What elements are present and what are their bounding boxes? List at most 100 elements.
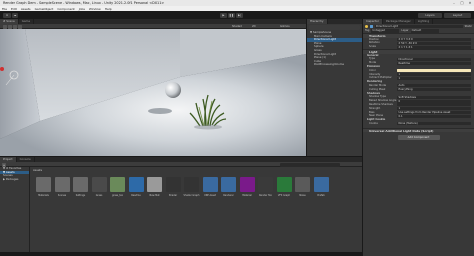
asset-label: Grass <box>95 193 103 197</box>
asset-label: Readme <box>131 193 141 197</box>
tab-hierarchy[interactable]: Hierarchy <box>307 19 328 24</box>
rotate-tool-icon[interactable] <box>13 24 17 29</box>
asset-item[interactable]: Materials <box>35 177 52 197</box>
transform-scale-row: Scale X 1 Y 1 Z 1 <box>363 45 474 49</box>
light-bias-field[interactable]: Use settings from Render Pipeline Asset <box>397 110 471 114</box>
light-shadow-type-field[interactable]: Soft Shadows <box>397 95 471 99</box>
active-checkbox[interactable] <box>370 25 373 28</box>
status-bar <box>0 252 362 256</box>
menu-window[interactable]: Window <box>89 7 101 11</box>
asset-thumbnail-icon <box>184 177 199 192</box>
asset-item[interactable]: VFX Graph <box>276 177 293 197</box>
scene-viewport[interactable] <box>0 29 306 156</box>
light-realtime-shadows-field[interactable] <box>397 103 471 107</box>
light-intensity-field[interactable]: 1 <box>397 72 471 76</box>
asset-thumbnail-icon <box>221 177 236 192</box>
asset-thumbnail-icon <box>91 177 107 192</box>
asset-thumbnail-icon <box>276 177 292 192</box>
asset-label: Scenes <box>57 193 67 197</box>
pause-button[interactable]: ❚❚ <box>228 12 235 18</box>
asset-item[interactable]: Settings <box>72 177 89 197</box>
play-button[interactable]: ▶ <box>220 12 227 18</box>
scene-panel: # Scene Game Shaded 2D Gizmos <box>0 19 306 156</box>
menu-gameobject[interactable]: GameObject <box>35 7 54 11</box>
asset-thumbnail-icon <box>147 177 162 192</box>
asset-item[interactable]: URP Asset <box>202 177 219 197</box>
asset-label: VFX Graph <box>277 193 291 197</box>
tab-lighting[interactable]: Lighting <box>414 19 434 24</box>
transform-rotation-field[interactable]: X 50 Y -30 Z 0 <box>397 41 471 45</box>
tag-label: Tag <box>365 29 370 32</box>
asset-item[interactable]: Readme <box>128 177 145 197</box>
light-culling-mask-field[interactable]: Everything <box>397 88 471 92</box>
menu-edit[interactable]: Edit <box>11 7 17 11</box>
light-mode-field[interactable]: Realtime <box>397 61 471 65</box>
main-toolbar: ⊙ ☁ ▶ ❚❚ ▶| Layers Layout <box>0 11 474 19</box>
asset-item[interactable]: Prefab <box>313 177 330 197</box>
asset-item[interactable]: Render Tex <box>257 177 274 197</box>
asset-item[interactable]: Shader Graph <box>183 177 200 197</box>
asset-thumbnail-icon <box>128 177 144 192</box>
layer-label: Layer <box>401 29 409 32</box>
light-color-field[interactable] <box>397 69 471 73</box>
light-type-field[interactable]: Directional <box>397 57 471 61</box>
additional-light-data-header[interactable]: Universal Additional Light Data (Script) <box>363 127 474 133</box>
asset-label: New Mat <box>149 193 160 197</box>
light-near-plane-field[interactable]: 0.1 <box>397 114 471 118</box>
account-button[interactable]: ⊙ <box>3 12 11 18</box>
layer-dropdown[interactable]: Default <box>410 29 439 33</box>
asset-item[interactable]: Noise <box>294 177 311 197</box>
layers-dropdown[interactable]: Layers <box>418 12 442 18</box>
step-button[interactable]: ▶| <box>236 12 243 18</box>
tree-packages[interactable]: ▶ Packages <box>0 177 29 182</box>
menu-component[interactable]: Component <box>57 7 74 11</box>
asset-label: Shader Graph <box>183 193 200 197</box>
asset-item[interactable]: grass_tex <box>109 177 126 197</box>
add-component-button[interactable]: Add Component <box>397 135 440 140</box>
transform-scale-label: Scale <box>369 45 376 49</box>
hand-tool-icon[interactable] <box>3 24 7 29</box>
menu-file[interactable]: File <box>2 7 7 11</box>
asset-label: grass_tex <box>112 193 123 197</box>
asset-item[interactable]: Material <box>239 177 256 197</box>
asset-item[interactable]: Shader <box>165 177 182 197</box>
asset-label: Material <box>242 193 252 197</box>
move-tool-icon[interactable] <box>8 24 12 29</box>
tag-dropdown[interactable]: Untagged <box>371 29 400 33</box>
asset-item[interactable]: Scenes <box>54 177 71 197</box>
asset-label: URP Asset <box>204 193 216 197</box>
hierarchy-search-input[interactable] <box>309 25 360 30</box>
transform-rows: Position X 0 Y 3 Z 0 Rotation X 50 Y -30 Z … <box>363 38 474 49</box>
cloud-button[interactable]: ☁ <box>12 12 18 18</box>
asset-item[interactable]: Grass <box>91 177 108 197</box>
light-shadow-rows: Shadow Type Soft Shadows Baked Shadow Angl… <box>363 95 474 118</box>
asset-item[interactable]: Renderer <box>220 177 237 197</box>
asset-thumbnail-icon <box>54 177 70 192</box>
light-cookie-field[interactable]: None (Texture) <box>397 122 471 126</box>
light-indirect-multiplier-field[interactable]: 1 <box>397 76 471 80</box>
asset-grid: Assets Materials Scenes Settings Grass grass… <box>31 167 362 256</box>
light-cookie-rows: Cookie None (Texture) <box>363 122 474 126</box>
asset-thumbnail-icon <box>258 177 273 192</box>
inspector-panel: Inspector Package Manager Lighting Direc… <box>363 19 474 256</box>
project-tree: ▼ ★ Favorites ▼ Assets Scenes ▶ Packages <box>0 166 30 256</box>
static-toggle[interactable]: Static <box>465 25 472 28</box>
menu-jobs[interactable]: Jobs <box>79 7 85 11</box>
project-panel: Project Console + ▼ ★ Favorites ▼ Assets… <box>0 157 362 256</box>
light-render-mode-field[interactable]: Auto <box>397 84 471 88</box>
layout-dropdown[interactable]: Layout <box>444 12 471 18</box>
scale-tool-icon[interactable] <box>18 24 22 29</box>
transform-scale-field[interactable]: X 1 Y 1 Z 1 <box>397 45 471 49</box>
light-rendering-rows: Render Mode Auto Culling Mask Everything <box>363 84 474 92</box>
menu-assets[interactable]: Assets <box>21 7 31 11</box>
asset-thumbnail-icon <box>165 177 181 192</box>
asset-item[interactable]: New Mat <box>146 177 163 197</box>
hierarchy-item-postprocessingvolume[interactable]: PostProcessingVolume <box>307 63 362 67</box>
light-baked-shadow-angle-field[interactable]: 0 <box>397 99 471 103</box>
light-strength-field[interactable]: 1 <box>397 107 471 111</box>
object-name-field[interactable]: Directional Light <box>375 24 463 29</box>
project-search-input[interactable] <box>280 162 340 167</box>
asset-thumbnail-icon <box>295 177 310 192</box>
menu-help[interactable]: Help <box>105 7 112 11</box>
transform-position-field[interactable]: X 0 Y 3 Z 0 <box>397 37 471 41</box>
